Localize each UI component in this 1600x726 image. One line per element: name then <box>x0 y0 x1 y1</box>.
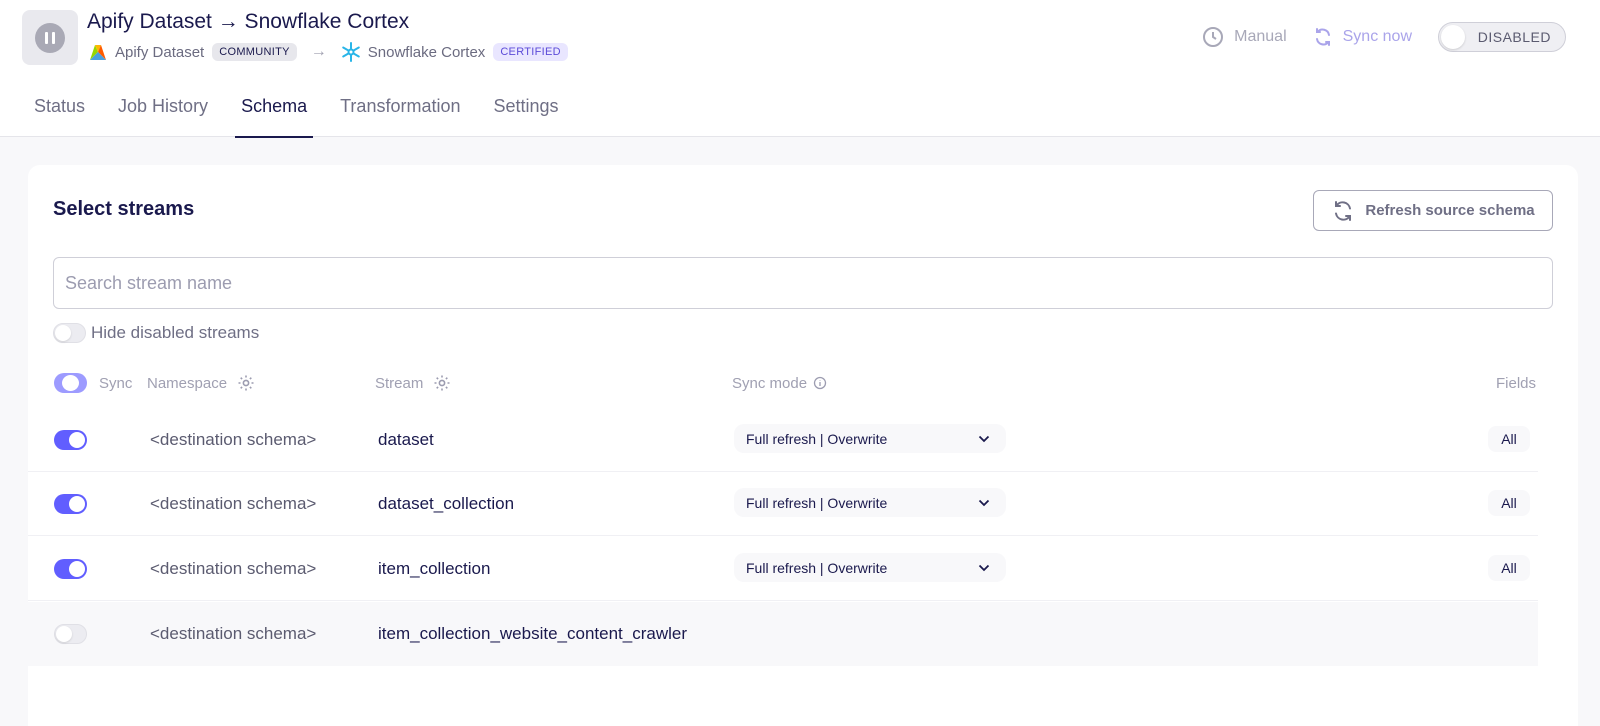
section-title: Select streams <box>53 198 195 220</box>
fields-selector[interactable]: All <box>1488 490 1530 516</box>
sync-mode-value: Full refresh | Overwrite <box>746 494 888 511</box>
select-streams-card: Select streams Refresh source schema Hid… <box>28 165 1578 726</box>
fields-header: Fields <box>1496 372 1536 394</box>
sync-mode-value: Full refresh | Overwrite <box>746 559 888 576</box>
stream-row[interactable]: <destination schema> item_collection Ful… <box>28 537 1538 601</box>
namespace-cell: <destination schema> <box>150 430 317 449</box>
hide-disabled-toggle[interactable] <box>53 323 86 343</box>
certified-badge: CERTIFIED <box>493 43 568 61</box>
refresh-source-schema-button[interactable]: Refresh source schema <box>1313 190 1553 231</box>
sync-now-button[interactable]: Sync now <box>1313 27 1412 47</box>
hide-disabled-label: Hide disabled streams <box>91 323 260 342</box>
arrow-right-icon: → <box>310 43 327 60</box>
stream-name-cell: dataset_collection <box>378 494 515 513</box>
sync-mode-select[interactable]: Full refresh | Overwrite <box>734 424 1006 453</box>
col-stream-label: Stream <box>375 374 424 392</box>
header-actions: Manual Sync now DISABLED <box>1202 22 1566 52</box>
stream-name-cell: item_collection <box>378 559 491 578</box>
schedule-label: Manual <box>1234 28 1287 45</box>
connection-enabled-toggle[interactable]: DISABLED <box>1438 22 1566 52</box>
tab-settings[interactable]: Settings <box>493 96 558 137</box>
search-stream-input[interactable] <box>53 257 1553 309</box>
refresh-label: Refresh source schema <box>1365 202 1535 219</box>
toggle-state-label: DISABLED <box>1477 29 1551 45</box>
namespace-cell: <destination schema> <box>150 624 317 643</box>
gear-icon[interactable] <box>237 374 255 392</box>
col-fields-label: Fields <box>1495 374 1536 392</box>
connection-route: Apify Dataset COMMUNITY → Snowflake Cort… <box>88 41 568 63</box>
chevron-down-icon <box>978 564 990 571</box>
sync-mode-header: Sync mode <box>732 372 827 394</box>
hide-disabled-streams: Hide disabled streams <box>53 322 259 344</box>
stream-name-cell: item_collection_website_content_crawler <box>378 624 687 643</box>
connection-tabs: Status Job History Schema Transformation… <box>34 96 592 138</box>
stream-row-disabled[interactable]: <destination schema> item_collection_web… <box>28 602 1538 666</box>
stream-sync-toggle[interactable] <box>54 624 87 644</box>
stream-header: Stream <box>375 372 451 394</box>
stream-sync-toggle[interactable] <box>54 559 87 579</box>
tab-job-history[interactable]: Job History <box>118 96 208 137</box>
chevron-down-icon <box>978 435 990 442</box>
apify-logo-icon <box>88 42 108 62</box>
stream-sync-toggle[interactable] <box>54 494 87 514</box>
gear-icon[interactable] <box>433 374 451 392</box>
connection-header: Apify Dataset → Snowflake Cortex Apify D… <box>0 0 1600 138</box>
destination-link[interactable]: Snowflake Cortex <box>368 44 486 61</box>
stream-row[interactable]: <destination schema> dataset_collection … <box>28 472 1538 536</box>
tab-schema[interactable]: Schema <box>235 96 314 138</box>
sync-icon <box>1315 28 1330 46</box>
tab-transformation[interactable]: Transformation <box>340 96 460 137</box>
sync-mode-select[interactable]: Full refresh | Overwrite <box>734 488 1006 517</box>
namespace-header: Namespace <box>147 372 255 394</box>
tab-status[interactable]: Status <box>34 96 85 137</box>
sync-now-label: Sync now <box>1342 28 1412 45</box>
sync-mode-select[interactable]: Full refresh | Overwrite <box>734 553 1006 582</box>
community-badge: COMMUNITY <box>212 43 297 61</box>
fields-selector[interactable]: All <box>1488 426 1530 452</box>
refresh-icon <box>1335 200 1352 221</box>
clock-icon <box>1203 27 1224 47</box>
namespace-cell: <destination schema> <box>150 559 317 578</box>
pause-icon <box>35 22 65 53</box>
sync-all-header: Sync <box>54 372 132 394</box>
col-namespace-label: Namespace <box>147 374 228 392</box>
source-link[interactable]: Apify Dataset <box>115 44 204 61</box>
stream-row[interactable]: <destination schema> dataset Full refres… <box>28 408 1538 472</box>
namespace-cell: <destination schema> <box>150 494 317 513</box>
sync-all-toggle[interactable] <box>54 373 87 393</box>
info-icon[interactable] <box>813 376 827 390</box>
stream-name-cell: dataset <box>378 430 434 449</box>
snowflake-logo-icon <box>341 42 361 62</box>
schedule-indicator[interactable]: Manual <box>1202 26 1287 48</box>
stream-sync-toggle[interactable] <box>54 430 87 450</box>
sync-mode-value: Full refresh | Overwrite <box>746 430 888 447</box>
toggle-knob <box>1441 25 1465 49</box>
chevron-down-icon <box>978 499 990 506</box>
pause-connection-button[interactable] <box>22 10 78 65</box>
col-sync-label: Sync <box>99 374 133 392</box>
col-sync-mode-label: Sync mode <box>732 374 808 392</box>
fields-selector[interactable]: All <box>1488 555 1530 581</box>
connection-title: Apify Dataset → Snowflake Cortex <box>87 10 410 33</box>
